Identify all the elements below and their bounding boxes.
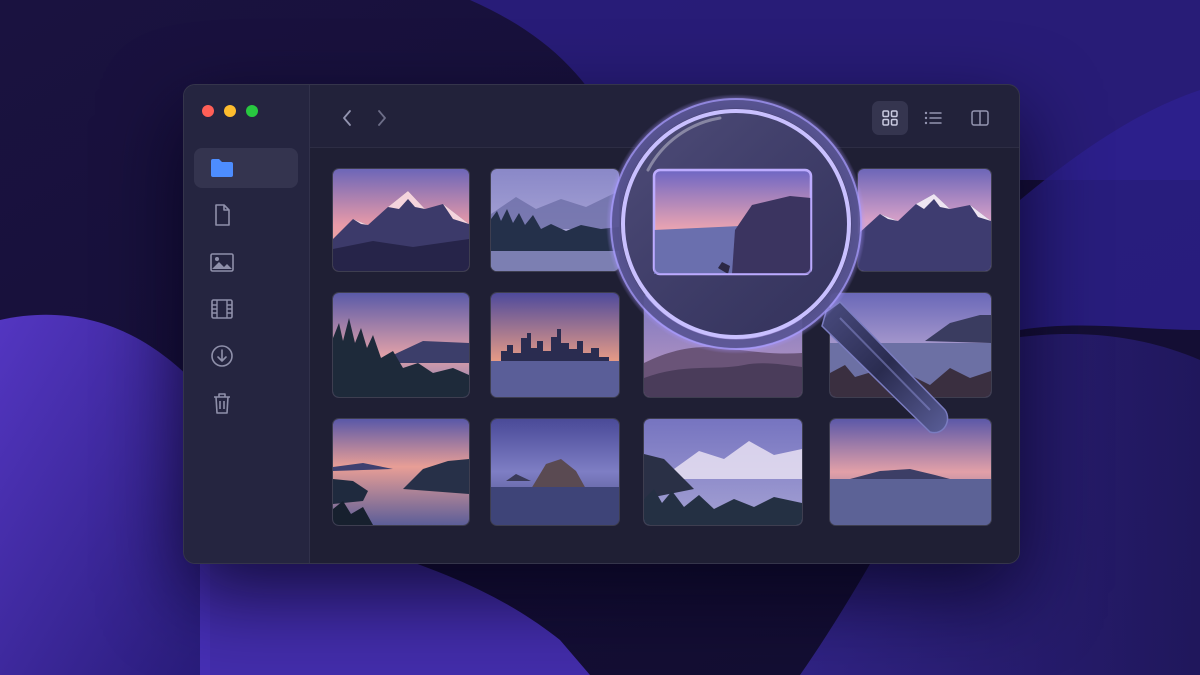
gallery-item[interactable] xyxy=(643,292,803,398)
minimize-button[interactable] xyxy=(224,105,236,117)
gallery-item[interactable] xyxy=(490,292,620,398)
city-skyline-thumbnail xyxy=(491,293,619,397)
folder-icon xyxy=(211,159,233,177)
columns-view-icon xyxy=(971,110,989,126)
zoom-button[interactable] xyxy=(246,105,258,117)
back-icon xyxy=(343,110,351,126)
film-icon xyxy=(211,299,233,319)
back-button[interactable] xyxy=(336,105,358,131)
misty-forest-lake-thumbnail xyxy=(491,169,619,271)
list-view-icon xyxy=(924,111,942,125)
distant-island-thumbnail xyxy=(830,419,991,525)
sand-dunes-thumbnail xyxy=(644,293,802,397)
list-view-button[interactable] xyxy=(915,101,951,135)
foggy-forest-mountains-thumbnail xyxy=(644,419,802,525)
gallery-item-magnified[interactable] xyxy=(643,168,803,272)
forward-icon xyxy=(378,110,386,126)
gallery-item[interactable] xyxy=(829,418,992,526)
sidebar-item-images[interactable] xyxy=(194,242,298,282)
gallery-item[interactable] xyxy=(490,418,620,526)
sidebar-item-videos[interactable] xyxy=(194,289,298,329)
gallery-item[interactable] xyxy=(332,418,470,526)
toolbar xyxy=(310,85,1019,148)
gallery-grid xyxy=(310,148,1019,563)
file-browser-window xyxy=(183,84,1020,564)
gallery-item[interactable] xyxy=(332,292,470,398)
sidebar-item-trash[interactable] xyxy=(194,383,298,423)
coastal-cliffs-thumbnail xyxy=(644,169,802,271)
gallery-item[interactable] xyxy=(829,292,992,398)
sidebar-item-documents[interactable] xyxy=(194,195,298,235)
gallery-item[interactable] xyxy=(857,168,992,272)
columns-view-button[interactable] xyxy=(962,101,998,135)
image-icon xyxy=(210,253,234,272)
gallery-item[interactable] xyxy=(643,418,803,526)
rocky-shore-thumbnail xyxy=(830,293,991,397)
download-icon xyxy=(211,345,233,367)
window-controls xyxy=(202,105,258,117)
gallery-item[interactable] xyxy=(490,168,620,272)
grid-view-button[interactable] xyxy=(872,101,908,135)
pine-forest-lake-thumbnail xyxy=(333,293,469,397)
island-lake-thumbnail xyxy=(333,419,469,525)
document-icon xyxy=(215,204,230,226)
snowy-mountains-thumbnail xyxy=(858,169,991,271)
grid-view-icon xyxy=(882,110,898,126)
forward-button[interactable] xyxy=(371,105,393,131)
sidebar xyxy=(184,85,310,563)
trash-icon xyxy=(214,393,230,414)
snowy-mountains-thumbnail xyxy=(333,169,469,271)
sidebar-item-folders[interactable] xyxy=(194,148,298,188)
rock-island-thumbnail xyxy=(491,419,619,525)
close-button[interactable] xyxy=(202,105,214,117)
sidebar-item-downloads[interactable] xyxy=(194,336,298,376)
gallery-item[interactable] xyxy=(332,168,470,272)
